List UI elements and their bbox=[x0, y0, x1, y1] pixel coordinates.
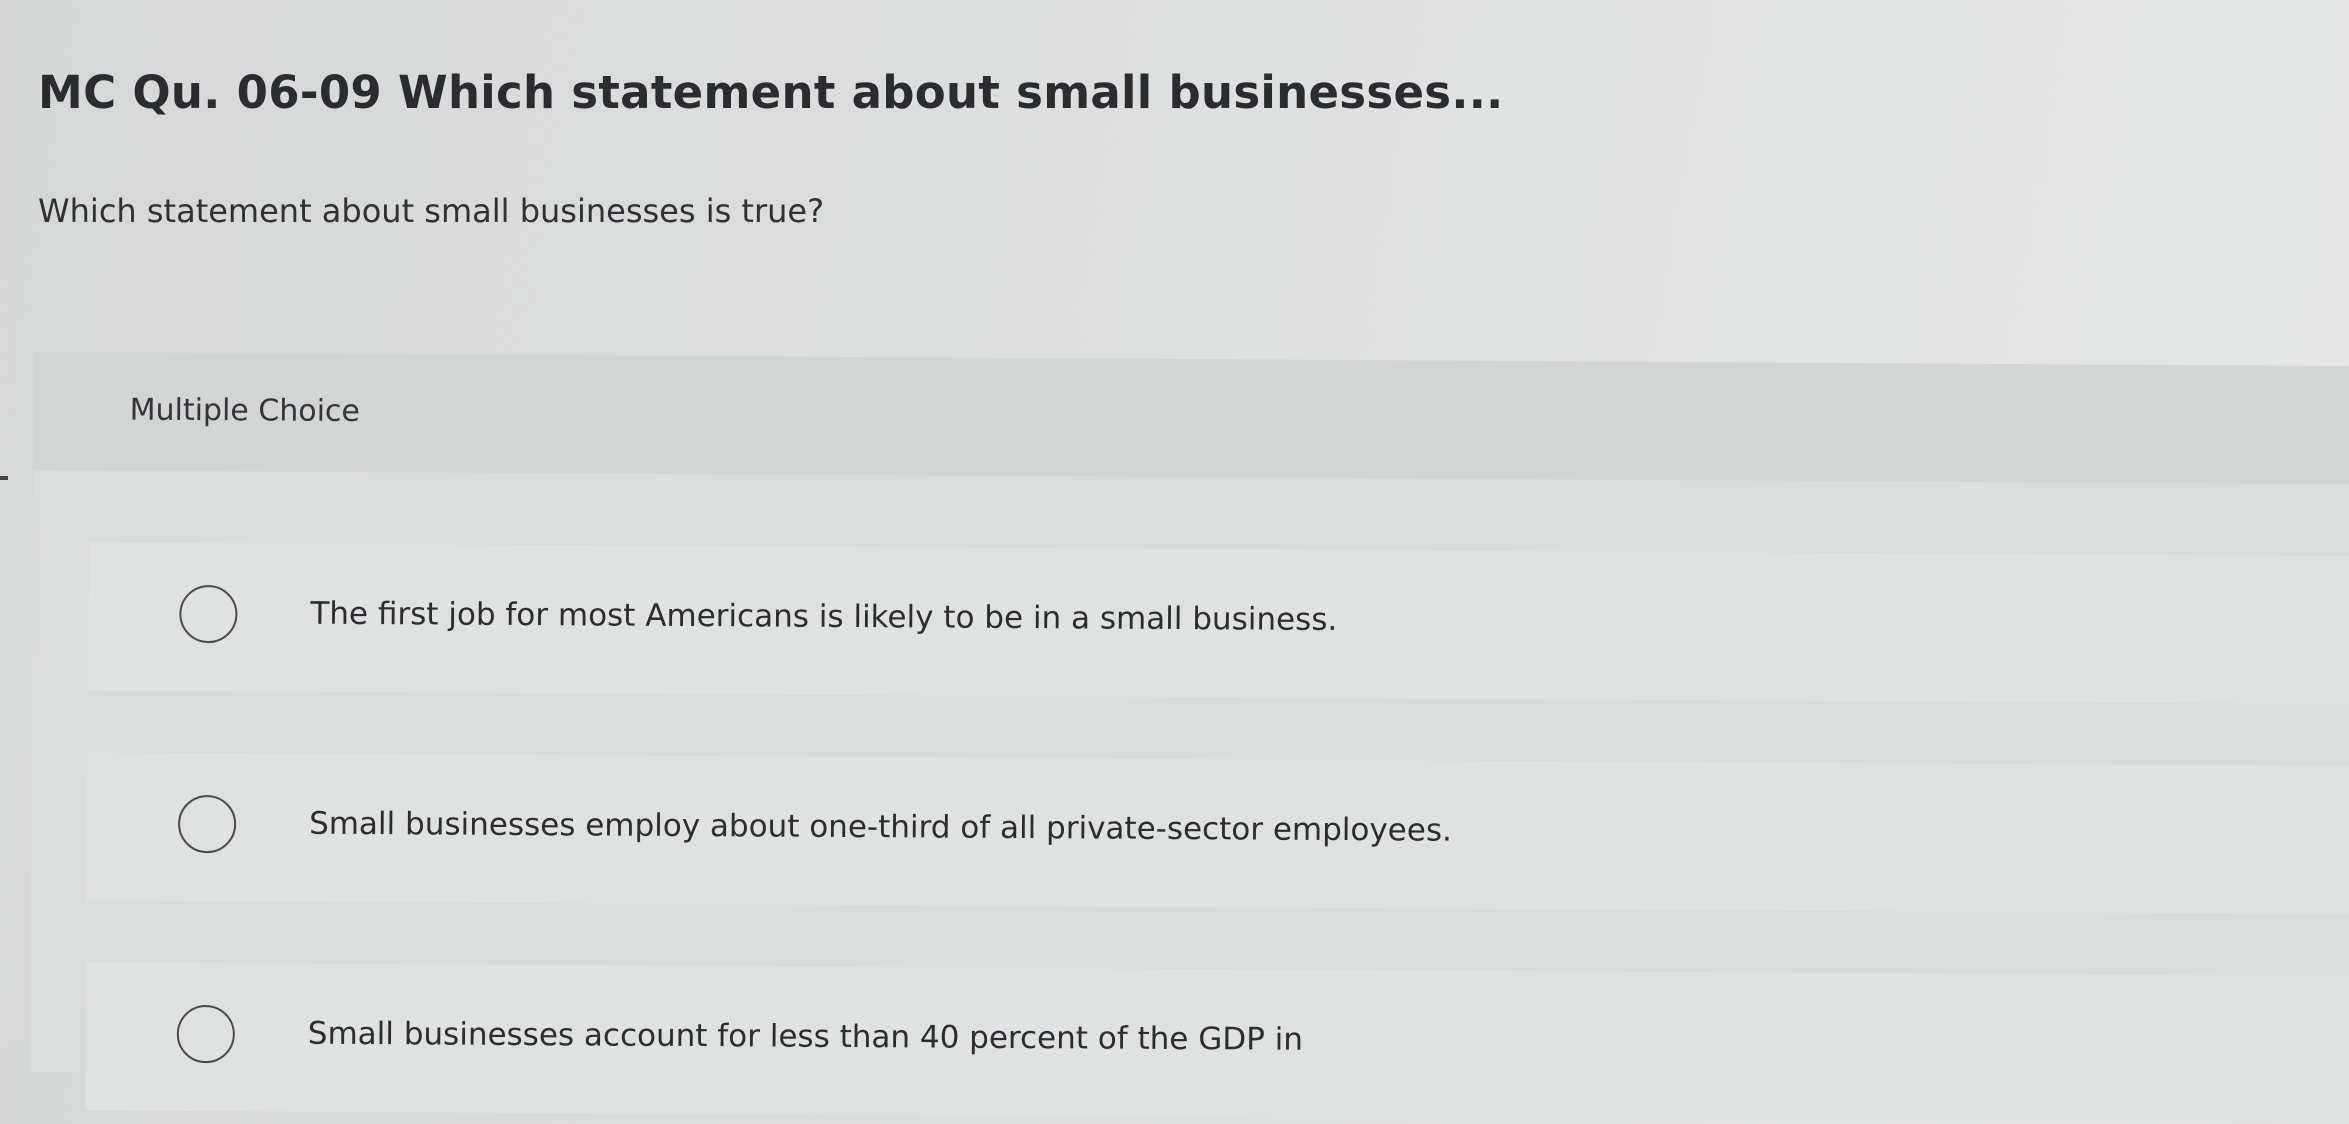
answer-option-1[interactable]: The first job for most Americans is like… bbox=[87, 542, 2349, 705]
answer-option-2[interactable]: Small businesses employ about one-third … bbox=[86, 752, 2349, 915]
question-prompt: Which statement about small businesses i… bbox=[38, 192, 825, 230]
answer-option-label: The first job for most Americans is like… bbox=[310, 595, 1338, 638]
multiple-choice-label: Multiple Choice bbox=[129, 392, 361, 429]
radio-button-icon[interactable] bbox=[177, 794, 237, 854]
radio-button-icon[interactable] bbox=[176, 1004, 236, 1064]
radio-button-icon[interactable] bbox=[179, 584, 238, 644]
edge-mark bbox=[0, 476, 8, 480]
page-title: MC Qu. 06-09 Which statement about small… bbox=[38, 66, 1504, 119]
answer-option-label: Small businesses account for less than 4… bbox=[307, 1015, 1304, 1058]
answer-option-3[interactable]: Small businesses account for less than 4… bbox=[85, 962, 2349, 1124]
multiple-choice-header: Multiple Choice bbox=[33, 352, 2349, 485]
multiple-choice-panel: Multiple Choice The first job for most A… bbox=[29, 352, 2349, 1124]
answer-option-label: Small businesses employ about one-third … bbox=[309, 805, 1453, 849]
